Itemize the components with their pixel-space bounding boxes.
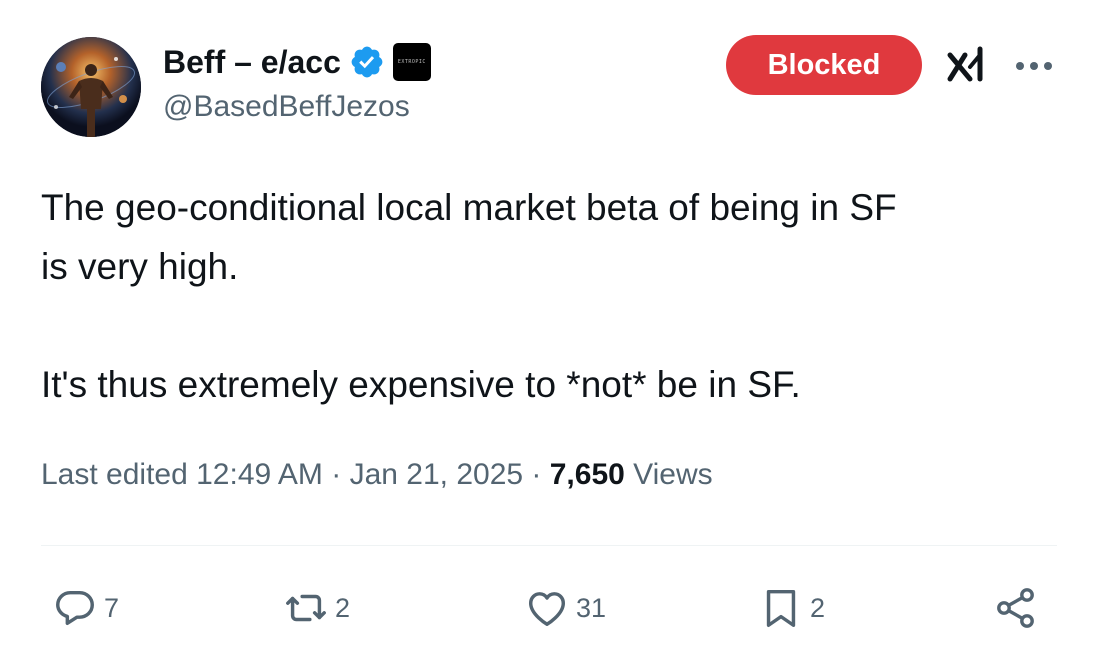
reply-button[interactable]: 7 <box>52 584 119 632</box>
display-name[interactable]: Beff – e/acc <box>163 44 341 81</box>
tweet-line: The geo-conditional local market beta of… <box>41 187 897 228</box>
grok-icon[interactable] <box>946 45 990 85</box>
bookmark-icon <box>766 589 796 627</box>
tweet-date[interactable]: Jan 21, 2025 <box>350 458 523 491</box>
affiliate-badge-text: EXTROPIC <box>397 59 426 65</box>
more-icon[interactable] <box>1012 52 1056 80</box>
tweet-time[interactable]: 12:49 AM <box>196 458 323 491</box>
author-name-row: Beff – e/acc EXTROPIC <box>163 40 431 84</box>
blocked-button[interactable]: Blocked <box>726 35 922 95</box>
edited-label[interactable]: Last edited <box>41 458 188 491</box>
repost-button[interactable]: 2 <box>283 584 350 632</box>
repost-count: 2 <box>335 592 351 623</box>
meta-separator: · <box>531 458 542 491</box>
affiliate-badge[interactable]: EXTROPIC <box>392 43 431 81</box>
bookmark-count: 2 <box>810 592 826 623</box>
like-count: 31 <box>576 592 607 623</box>
meta-separator: · <box>331 458 342 491</box>
repost-icon <box>286 594 326 622</box>
heart-icon <box>528 592 566 627</box>
tweet-line: It's thus extremely expensive to *not* b… <box>41 364 801 405</box>
avatar-image <box>41 37 141 137</box>
views-count[interactable]: 7,650 <box>550 458 625 491</box>
views-label[interactable]: Views <box>633 458 712 491</box>
share-button[interactable] <box>992 584 1040 632</box>
share-icon <box>997 588 1034 628</box>
tweet-line: is very high. <box>41 246 239 287</box>
verified-badge-icon[interactable] <box>349 44 385 80</box>
bookmark-button[interactable]: 2 <box>758 584 825 632</box>
reply-icon <box>56 590 94 626</box>
divider <box>41 545 1057 546</box>
author-handle[interactable]: @BasedBeffJezos <box>163 90 410 124</box>
like-button[interactable]: 31 <box>524 584 606 632</box>
tweet-text: The geo-conditional local market beta of… <box>41 178 1061 414</box>
tweet-meta: Last edited 12:49 AM · Jan 21, 2025 · 7,… <box>41 458 713 492</box>
reply-count: 7 <box>104 592 120 623</box>
avatar[interactable] <box>41 37 141 137</box>
